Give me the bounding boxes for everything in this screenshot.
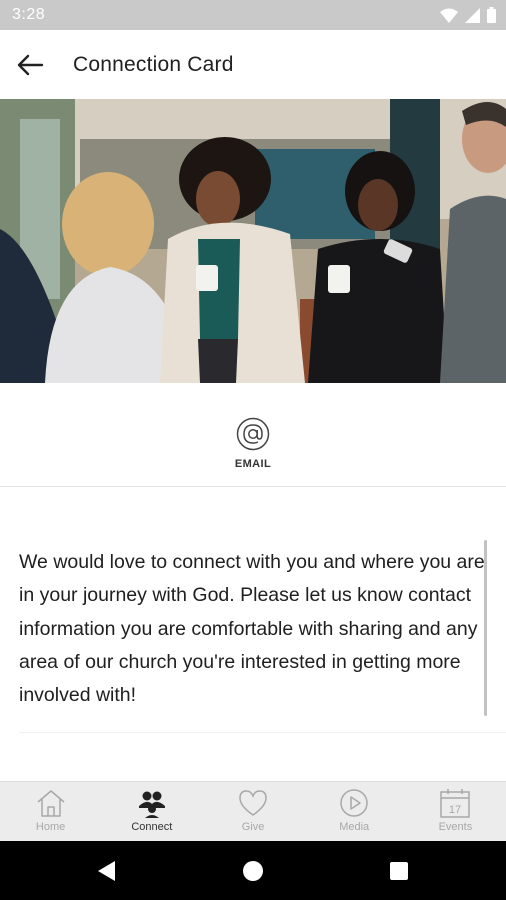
back-triangle-icon[interactable] [94,858,120,884]
tab-label: Home [35,821,66,833]
tab-label: Connect [131,821,173,833]
recents-square-icon[interactable] [386,858,412,884]
status-bar: 3:28 [0,0,506,30]
people-icon [138,791,165,818]
hero-image [0,99,506,383]
tab-label: Media [339,821,370,833]
email-label: EMAIL [234,458,272,470]
arrow-left-icon [17,54,44,76]
status-time: 3:28 [12,6,46,23]
scrollbar[interactable] [484,540,487,716]
divider [0,486,506,487]
calendar-day: 17 [449,804,461,816]
wifi-icon [440,8,458,23]
app-bar: Connection Card [0,30,506,100]
divider [19,732,506,733]
home-circle-icon[interactable] [240,858,266,884]
signal-icon [465,7,480,23]
heart-icon [239,790,267,816]
calendar-icon: 17 [440,789,471,818]
back-button[interactable] [14,50,46,80]
status-icons [440,7,496,23]
tab-label: Events [438,821,473,833]
email-button[interactable]: EMAIL [203,405,303,477]
tab-events[interactable]: 17 Events [405,782,506,842]
tab-give[interactable]: Give [202,782,303,842]
tab-media[interactable]: Media [304,782,405,842]
tab-connect[interactable]: Connect [101,782,202,842]
tab-label: Give [241,821,265,833]
play-circle-icon [340,789,368,817]
system-nav-bar [0,841,506,900]
tab-bar: Home Connect Give Media 17 Events [0,781,506,842]
at-sign-icon [236,417,270,451]
page-title: Connection Card [73,53,234,76]
intro-text: We would love to connect with you and wh… [19,551,485,707]
home-icon [37,790,65,817]
battery-icon [487,7,496,23]
tab-home[interactable]: Home [0,782,101,842]
